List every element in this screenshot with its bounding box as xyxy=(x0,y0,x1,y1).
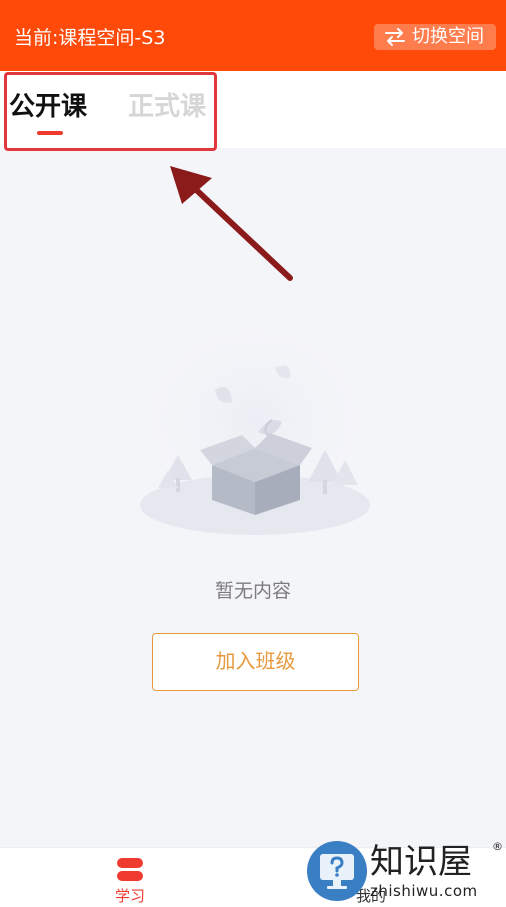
watermark-domain: zhishiwu.com xyxy=(370,882,478,900)
help-monitor-icon xyxy=(307,841,367,901)
current-space-title: 当前:课程空间-S3 xyxy=(14,27,166,49)
registered-mark: ® xyxy=(492,840,503,853)
site-watermark: 知识屋 ® zhishiwu.com xyxy=(304,838,506,906)
nav-item-study[interactable]: 学习 xyxy=(100,854,160,905)
annotation-arrow-icon xyxy=(170,166,293,281)
join-class-button[interactable]: 加入班级 xyxy=(152,633,359,691)
nav-study-label: 学习 xyxy=(114,887,145,905)
watermark-brand: 知识屋 xyxy=(370,842,472,882)
empty-state-message: 暂无内容 xyxy=(214,580,291,602)
swap-arrows-icon xyxy=(385,28,405,46)
study-icon xyxy=(117,858,143,881)
switch-space-button[interactable]: 切换空间 xyxy=(374,24,496,50)
annotation-highlight-box xyxy=(4,72,217,151)
empty-box-icon xyxy=(125,320,385,540)
top-header: 当前:课程空间-S3 切换空间 xyxy=(0,0,506,71)
switch-space-label: 切换空间 xyxy=(412,26,484,47)
